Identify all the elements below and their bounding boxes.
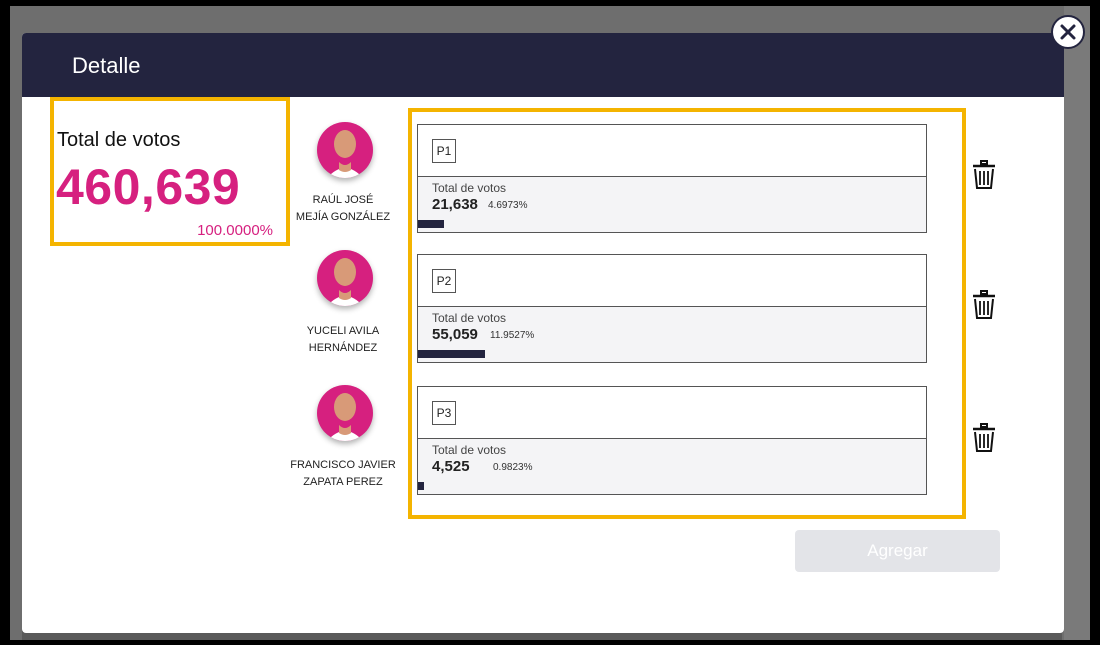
trash-icon (973, 160, 995, 189)
votes-percent: 11.9527% (490, 330, 535, 341)
user-avatar-icon (317, 122, 373, 178)
votes-label: Total de votos (432, 443, 507, 457)
trash-icon (973, 290, 995, 319)
trash-icon (973, 423, 995, 452)
votes-progress-bar (418, 482, 926, 490)
candidate-name: FRANCISCO JAVIER ZAPATA PEREZ (290, 459, 396, 488)
user-avatar-icon (317, 385, 373, 441)
close-button[interactable] (1051, 15, 1085, 49)
party-card-p1: P1 Total de votos 21,638 4.6973% (417, 124, 927, 233)
modal-header: Detalle (22, 33, 1064, 97)
votes-label: Total de votos (432, 311, 507, 325)
votes-progress-bar (418, 350, 926, 358)
user-avatar-icon (317, 250, 373, 306)
total-votes-label: Total de votos (57, 129, 181, 151)
total-votes-value: 460,639 (56, 159, 241, 215)
party-badge[interactable]: P3 (432, 401, 456, 425)
modal-title: Detalle (72, 53, 141, 78)
votes-progress-bar (418, 220, 926, 228)
votes-percent: 4.6973% (488, 200, 528, 211)
delete-p3-button[interactable] (972, 423, 996, 453)
candidate-name: YUCELI AVILA HERNÁNDEZ (306, 325, 380, 354)
votes-progress-fill (418, 350, 485, 358)
votes-percent: 0.9823% (493, 462, 533, 473)
candidate-name: RAÚL JOSÉ MEJÍA GONZÁLEZ (295, 194, 391, 223)
votes-value: 55,059 (432, 326, 478, 343)
add-button[interactable]: Agregar (795, 530, 1000, 572)
votes-progress-fill (418, 220, 444, 228)
background-page-edge (1064, 6, 1090, 640)
party-badge[interactable]: P2 (432, 269, 456, 293)
party-card-p3: P3 Total de votos 4,525 0.9823% (417, 386, 927, 495)
votes-value: 4,525 (432, 458, 470, 475)
votes-value: 21,638 (432, 196, 478, 213)
party-badge[interactable]: P1 (432, 139, 456, 163)
votes-label: Total de votos (432, 181, 507, 195)
party-card-p2: P2 Total de votos 55,059 11.9527% (417, 254, 927, 363)
votes-progress-fill (418, 482, 424, 490)
total-votes-percent: 100.0000% (197, 222, 273, 239)
close-icon (1060, 24, 1076, 40)
delete-p1-button[interactable] (972, 160, 996, 190)
delete-p2-button[interactable] (972, 290, 996, 320)
